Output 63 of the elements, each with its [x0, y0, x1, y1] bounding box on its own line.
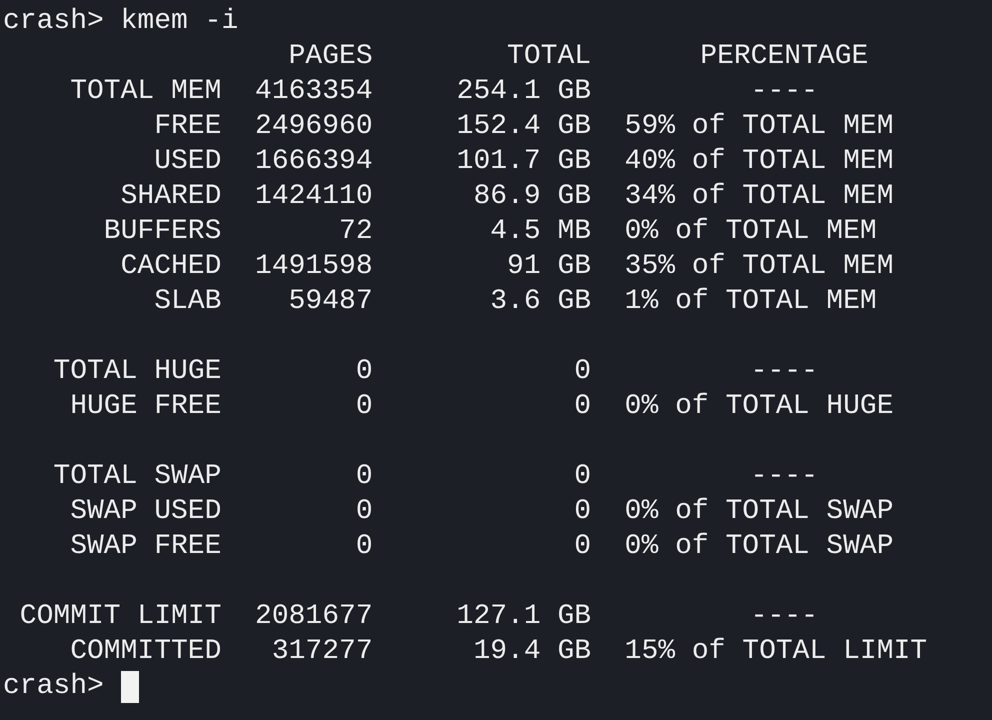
prompt: crash>	[3, 5, 104, 39]
row-label: FREE	[153, 110, 222, 144]
percentage-value: 0% of TOTAL SWAP	[624, 530, 894, 564]
percentage-value: 15% of TOTAL LIMIT	[624, 635, 928, 669]
total-value: 91 GB	[506, 250, 592, 284]
row-label: SLAB	[153, 285, 222, 319]
pages-value: 317277	[270, 635, 373, 669]
row-label: BUFFERS	[102, 215, 222, 249]
percentage-value: 1% of TOTAL MEM	[624, 285, 878, 319]
pages-value: 0	[354, 355, 373, 389]
percentage-value: 35% of TOTAL MEM	[624, 250, 894, 284]
total-value: 254.1 GB	[456, 75, 592, 109]
total-value: 19.4 GB	[472, 635, 592, 669]
pages-value: 1424110	[254, 180, 373, 214]
pages-value: 4163354	[254, 75, 373, 109]
row-label: TOTAL MEM	[69, 75, 222, 109]
total-value: 0	[573, 390, 592, 424]
column-header: TOTAL	[506, 40, 592, 74]
percentage-value: 0% of TOTAL MEM	[624, 215, 878, 249]
percentage-value: 40% of TOTAL MEM	[624, 145, 894, 179]
command-text: kmem -i	[120, 5, 238, 39]
percentage-value: 0% of TOTAL SWAP	[624, 495, 894, 529]
pages-value: 72	[338, 215, 373, 249]
percentage-value: 34% of TOTAL MEM	[624, 180, 894, 214]
row-label: SHARED	[120, 180, 222, 214]
total-value: 0	[573, 460, 592, 494]
total-value: 152.4 GB	[456, 110, 592, 144]
row-label: COMMIT LIMIT	[18, 600, 222, 634]
percentage-value: ----	[750, 460, 819, 494]
pages-value: 0	[354, 530, 373, 564]
prompt: crash>	[3, 670, 104, 704]
pages-value: 0	[354, 495, 373, 529]
row-label: SWAP USED	[69, 495, 222, 529]
pages-value: 1491598	[254, 250, 373, 284]
total-value: 4.5 MB	[489, 215, 592, 249]
row-label: USED	[153, 145, 222, 179]
total-value: 0	[573, 495, 592, 529]
pages-value: 2081677	[254, 600, 373, 634]
pages-value: 0	[354, 390, 373, 424]
total-value: 3.6 GB	[489, 285, 592, 319]
percentage-value: ----	[750, 75, 819, 109]
percentage-value: 0% of TOTAL HUGE	[624, 390, 894, 424]
percentage-value: ----	[750, 600, 819, 634]
pages-value: 59487	[288, 285, 373, 319]
column-header: PERCENTAGE	[699, 40, 870, 74]
percentage-value: 59% of TOTAL MEM	[624, 110, 894, 144]
pages-value: 0	[354, 460, 373, 494]
total-value: 101.7 GB	[456, 145, 592, 179]
row-label: TOTAL HUGE	[52, 355, 222, 389]
row-label: HUGE FREE	[69, 390, 222, 424]
pages-value: 1666394	[254, 145, 373, 179]
total-value: 0	[573, 530, 592, 564]
row-label: CACHED	[120, 250, 222, 284]
row-label: COMMITTED	[69, 635, 222, 669]
row-label: TOTAL SWAP	[52, 460, 222, 494]
percentage-value: ----	[750, 355, 819, 389]
text-cursor	[120, 670, 139, 702]
column-header: PAGES	[288, 40, 373, 74]
pages-value: 2496960	[254, 110, 373, 144]
total-value: 0	[573, 355, 592, 389]
total-value: 86.9 GB	[472, 180, 592, 214]
total-value: 127.1 GB	[456, 600, 592, 634]
row-label: SWAP FREE	[69, 530, 222, 564]
